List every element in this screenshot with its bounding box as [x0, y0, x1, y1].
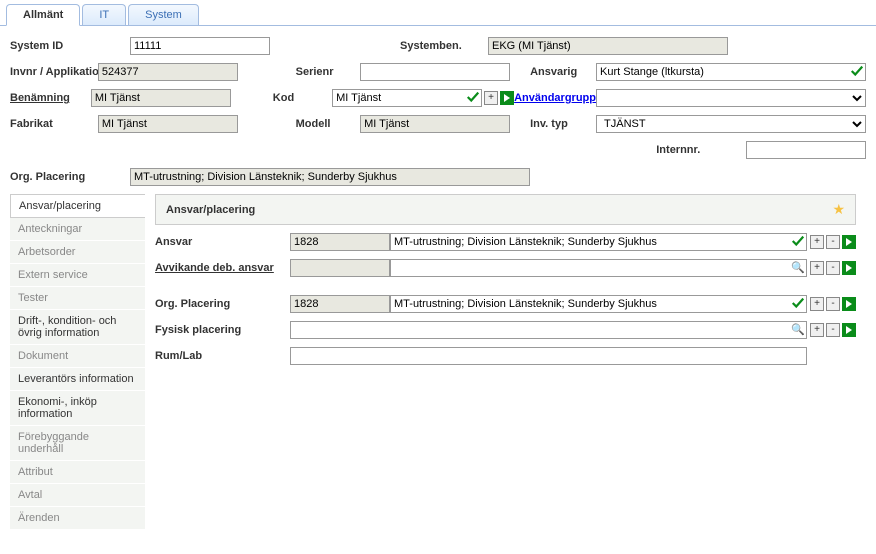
- add-button[interactable]: +: [810, 235, 824, 249]
- add-button[interactable]: +: [484, 91, 498, 105]
- search-icon[interactable]: 🔍: [791, 323, 805, 336]
- orgplacering-input[interactable]: [130, 168, 530, 186]
- go-button[interactable]: [842, 261, 856, 275]
- sidetab-arenden[interactable]: Ärenden: [10, 507, 145, 530]
- systemben-input[interactable]: [488, 37, 728, 55]
- check-icon: [791, 296, 805, 310]
- remove-button[interactable]: -: [826, 235, 840, 249]
- org-desc-input[interactable]: [390, 295, 807, 313]
- modell-input[interactable]: [360, 115, 510, 133]
- tab-system[interactable]: System: [128, 4, 199, 25]
- invtyp-select[interactable]: TJÄNST: [596, 115, 866, 133]
- org-label: Org. Placering: [155, 298, 290, 310]
- sidetab-dokument[interactable]: Dokument: [10, 345, 145, 368]
- tab-allmant[interactable]: Allmänt: [6, 4, 80, 26]
- fysisk-input[interactable]: [290, 321, 807, 339]
- go-button[interactable]: [500, 91, 514, 105]
- add-button[interactable]: +: [810, 297, 824, 311]
- sidetab-tester[interactable]: Tester: [10, 287, 145, 310]
- remove-button[interactable]: -: [826, 323, 840, 337]
- top-tabs: Allmänt IT System: [0, 0, 876, 26]
- side-tabs: Ansvar/placering Anteckningar Arbetsorde…: [10, 194, 145, 530]
- add-button[interactable]: +: [810, 261, 824, 275]
- sidetab-ekonomi[interactable]: Ekonomi-, inköp information: [10, 391, 145, 426]
- serienr-label: Serienr: [296, 66, 360, 78]
- remove-button[interactable]: -: [826, 261, 840, 275]
- sidetab-extern[interactable]: Extern service: [10, 264, 145, 287]
- modell-label: Modell: [296, 118, 360, 130]
- sidetab-attribut[interactable]: Attribut: [10, 461, 145, 484]
- fabrikat-label: Fabrikat: [10, 118, 98, 130]
- anvgrupp-label[interactable]: Användargrupp: [514, 92, 596, 104]
- go-button[interactable]: [842, 235, 856, 249]
- ansvar-code-input[interactable]: [290, 233, 390, 251]
- panel: Ansvar/placering ★ Ansvar + - Avvikande …: [145, 194, 866, 530]
- check-icon: [850, 64, 864, 78]
- fysisk-label: Fysisk placering: [155, 324, 290, 336]
- avvik-label[interactable]: Avvikande deb. ansvar: [155, 262, 274, 274]
- star-icon[interactable]: ★: [832, 201, 845, 218]
- search-icon[interactable]: 🔍: [791, 261, 805, 274]
- internnr-label: Internnr.: [636, 144, 746, 156]
- form-area: System ID Systemben. Invnr / Applikation…: [0, 26, 876, 540]
- invnr-input[interactable]: [98, 63, 238, 81]
- sidetab-arbetsorder[interactable]: Arbetsorder: [10, 241, 145, 264]
- remove-button[interactable]: -: [826, 297, 840, 311]
- benamning-input[interactable]: [91, 89, 231, 107]
- sidetab-ansvar[interactable]: Ansvar/placering: [10, 194, 145, 218]
- orgplacering-label: Org. Placering: [10, 171, 130, 183]
- org-code-input[interactable]: [290, 295, 390, 313]
- ansvarig-label: Ansvarig: [510, 66, 596, 78]
- panel-header: Ansvar/placering ★: [155, 194, 856, 225]
- kod-input[interactable]: [332, 89, 482, 107]
- internnr-input[interactable]: [746, 141, 866, 159]
- panel-title: Ansvar/placering: [166, 204, 832, 216]
- rum-input[interactable]: [290, 347, 807, 365]
- fabrikat-input[interactable]: [98, 115, 238, 133]
- system-id-input[interactable]: [130, 37, 270, 55]
- avvik-desc-input[interactable]: [390, 259, 807, 277]
- check-icon: [466, 90, 480, 104]
- system-id-label: System ID: [10, 40, 130, 52]
- sidetab-avtal[interactable]: Avtal: [10, 484, 145, 507]
- benamning-label[interactable]: Benämning: [10, 92, 70, 104]
- anvgrupp-select[interactable]: [596, 89, 866, 107]
- avvik-code-input[interactable]: [290, 259, 390, 277]
- go-button[interactable]: [842, 323, 856, 337]
- add-button[interactable]: +: [810, 323, 824, 337]
- tab-it[interactable]: IT: [82, 4, 126, 25]
- sidetab-forebyggande[interactable]: Förebyggande underhåll: [10, 426, 145, 461]
- invtyp-label: Inv. typ: [510, 118, 596, 130]
- ansvar-label: Ansvar: [155, 236, 290, 248]
- invnr-label: Invnr / Applikation: [10, 66, 98, 78]
- rum-label: Rum/Lab: [155, 350, 290, 362]
- ansvar-desc-input[interactable]: [390, 233, 807, 251]
- systemben-label: Systemben.: [400, 40, 488, 52]
- check-icon: [791, 234, 805, 248]
- sidetab-anteckningar[interactable]: Anteckningar: [10, 218, 145, 241]
- kod-label: Kod: [273, 92, 332, 104]
- serienr-input[interactable]: [360, 63, 510, 81]
- sidetab-drift[interactable]: Drift-, kondition- och övrig information: [10, 310, 145, 345]
- sidetab-leverantor[interactable]: Leverantörs information: [10, 368, 145, 391]
- go-button[interactable]: [842, 297, 856, 311]
- ansvarig-input[interactable]: [596, 63, 866, 81]
